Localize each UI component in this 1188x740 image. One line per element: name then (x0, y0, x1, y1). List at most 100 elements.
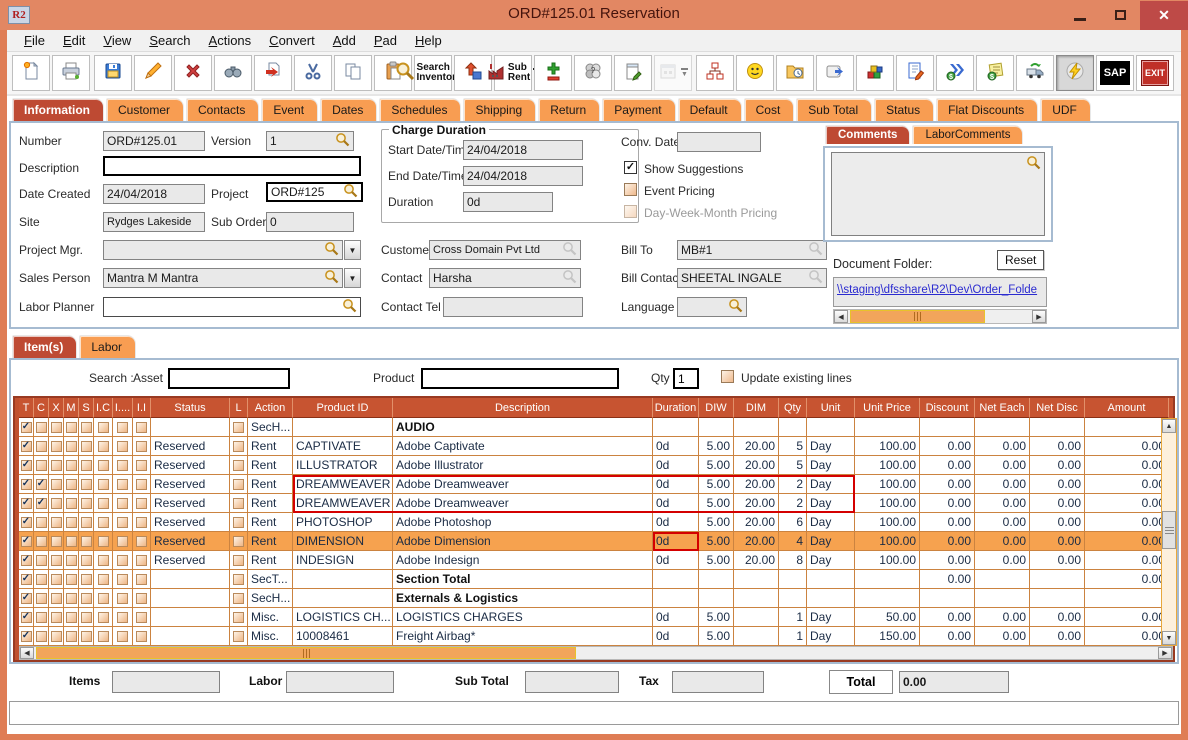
column-header-qty[interactable]: Qty (779, 398, 807, 418)
customer-search-icon[interactable] (562, 241, 577, 259)
scroll-up-icon[interactable]: ▲ (1162, 419, 1176, 433)
column-header-status[interactable]: Status (151, 398, 230, 418)
row-checkbox[interactable] (51, 574, 62, 585)
project-search-icon[interactable] (343, 183, 358, 201)
scroll-right-icon[interactable]: ▶ (1158, 647, 1172, 659)
row-checkbox[interactable] (66, 460, 77, 471)
row-checkbox[interactable] (81, 536, 92, 547)
row-checkbox[interactable] (66, 593, 77, 604)
menu-view[interactable]: View (94, 31, 140, 50)
product-input[interactable] (421, 368, 619, 389)
column-header-action[interactable]: Action (248, 398, 293, 418)
row-checkbox[interactable] (81, 631, 92, 642)
bill-contact-search-icon[interactable] (808, 269, 823, 287)
row-checkbox[interactable] (51, 612, 62, 623)
tab-schedules[interactable]: Schedules (379, 98, 461, 121)
update-existing-lines-checkbox[interactable] (721, 370, 734, 383)
grid-row[interactable]: ✓Misc.LOGISTICS CH...LOGISTICS CHARGES0d… (19, 608, 1173, 627)
grid-row[interactable]: ✓SecT...Section Total0.000.00 (19, 570, 1173, 589)
row-checkbox[interactable] (233, 479, 244, 490)
row-checkbox[interactable] (233, 460, 244, 471)
grid-row[interactable]: ✓✓ReservedRentDREAMWEAVERAdobe Dreamweav… (19, 494, 1173, 513)
sales-person-dropdown[interactable]: ▼ (344, 268, 361, 288)
menu-help[interactable]: Help (406, 31, 451, 50)
row-checkbox[interactable] (51, 593, 62, 604)
row-checkbox[interactable] (117, 422, 128, 433)
row-checkbox[interactable] (136, 631, 147, 642)
contact-search-icon[interactable] (562, 269, 577, 287)
row-checkbox[interactable]: ✓ (21, 536, 32, 547)
sub-rent-button[interactable]: Sub Rent▼ (494, 55, 532, 91)
row-checkbox[interactable] (117, 517, 128, 528)
grid-horizontal-scrollbar[interactable]: ◀ ▶ (19, 646, 1173, 660)
column-header-unit[interactable]: Unit (807, 398, 855, 418)
labor-planner-field[interactable] (103, 297, 361, 317)
calendar-button[interactable]: ▼ (654, 55, 692, 91)
column-header-l[interactable]: L (230, 398, 248, 418)
bill-to-search-icon[interactable] (808, 241, 823, 259)
tab-information[interactable]: Information (12, 98, 104, 121)
row-checkbox[interactable] (233, 517, 244, 528)
tab-flat-discounts[interactable]: Flat Discounts (936, 98, 1038, 121)
labor-planner-search-icon[interactable] (342, 298, 357, 316)
row-checkbox[interactable]: ✓ (21, 460, 32, 471)
row-checkbox[interactable] (136, 593, 147, 604)
menu-convert[interactable]: Convert (260, 31, 324, 50)
row-checkbox[interactable] (66, 612, 77, 623)
tab-customer[interactable]: Customer (106, 98, 184, 121)
row-checkbox[interactable] (81, 479, 92, 490)
row-checkbox[interactable] (98, 517, 109, 528)
contact-button[interactable] (736, 55, 774, 91)
grid-row[interactable]: ✓ReservedRentDIMENSIONAdobe Dimension0d5… (19, 532, 1173, 551)
minimize-button[interactable] (1060, 1, 1100, 30)
tab-labor-comments[interactable]: LaborComments (912, 125, 1023, 144)
row-checkbox[interactable] (136, 536, 147, 547)
row-checkbox[interactable] (36, 517, 47, 528)
tab-shipping[interactable]: Shipping (463, 98, 536, 121)
search-inventory-button[interactable]: Search Inventory▼ (414, 55, 452, 91)
column-header-description[interactable]: Description (393, 398, 653, 418)
exit-button[interactable]: EXIT (1136, 55, 1174, 91)
row-checkbox[interactable] (117, 574, 128, 585)
row-checkbox[interactable] (36, 555, 47, 566)
tab-contacts[interactable]: Contacts (186, 98, 259, 121)
resources-button[interactable]: ? (574, 55, 612, 91)
notes-button[interactable] (614, 55, 652, 91)
row-checkbox[interactable] (117, 498, 128, 509)
scroll-left-icon[interactable]: ◀ (834, 310, 848, 323)
column-header-x[interactable]: X (49, 398, 64, 418)
row-checkbox[interactable] (136, 460, 147, 471)
maximize-button[interactable] (1100, 1, 1140, 30)
column-header-diw[interactable]: DIW (699, 398, 734, 418)
new-order-button[interactable] (12, 55, 50, 91)
column-header-i-[interactable]: I.... (113, 398, 133, 418)
row-checkbox[interactable] (36, 612, 47, 623)
tab-status[interactable]: Status (874, 98, 934, 121)
project-mgr-field[interactable] (103, 240, 343, 260)
row-checkbox[interactable] (98, 479, 109, 490)
contact-tel-field[interactable] (443, 297, 583, 317)
document-folder-link[interactable]: \\staging\dfsshare\R2\Dev\Order_Folde (837, 284, 1037, 296)
row-checkbox[interactable] (66, 574, 77, 585)
row-checkbox[interactable] (233, 612, 244, 623)
grid-row[interactable]: ✓✓ReservedRentDREAMWEAVERAdobe Dreamweav… (19, 475, 1173, 494)
column-header-duration[interactable]: Duration (653, 398, 699, 418)
row-checkbox[interactable] (136, 441, 147, 452)
tab-dates[interactable]: Dates (320, 98, 377, 121)
row-checkbox[interactable] (66, 422, 77, 433)
language-search-icon[interactable] (728, 298, 743, 316)
row-checkbox[interactable] (66, 498, 77, 509)
row-checkbox[interactable] (81, 441, 92, 452)
grid-vertical-scrollbar[interactable]: ▲▼ (1161, 418, 1177, 646)
qty-input[interactable]: 1 (673, 368, 699, 389)
row-checkbox[interactable]: ✓ (21, 479, 32, 490)
comments-textarea[interactable] (831, 152, 1045, 236)
row-checkbox[interactable] (233, 441, 244, 452)
row-checkbox[interactable] (117, 460, 128, 471)
inventory-stack-button[interactable] (856, 55, 894, 91)
row-checkbox[interactable] (36, 536, 47, 547)
row-checkbox[interactable] (66, 555, 77, 566)
row-checkbox[interactable] (117, 612, 128, 623)
menu-pad[interactable]: Pad (365, 31, 406, 50)
row-checkbox[interactable]: ✓ (21, 441, 32, 452)
